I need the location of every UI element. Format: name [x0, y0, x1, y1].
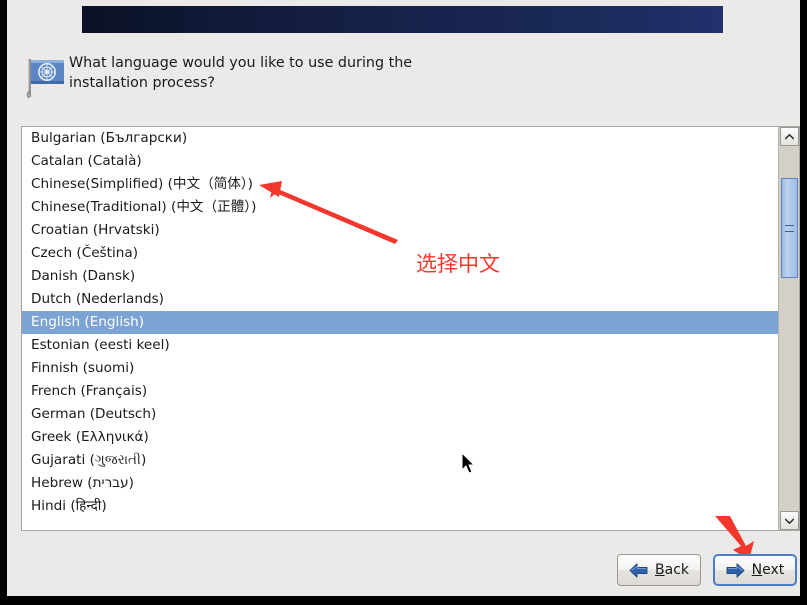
back-label-rest: ack [664, 562, 689, 578]
language-list-item[interactable]: Greek (Ελληνικά) [22, 426, 779, 449]
scrollbar-thumb[interactable] [781, 178, 798, 278]
button-bar: Back Next [7, 552, 800, 592]
screen-frame: What language would you like to use duri… [0, 0, 807, 605]
back-accel-letter: B [655, 562, 665, 578]
chevron-down-icon[interactable] [780, 511, 799, 530]
language-list-item[interactable]: Finnish (suomi) [22, 357, 779, 380]
language-list-item[interactable]: Hebrew (עברית) [22, 472, 779, 495]
prompt-text: What language would you like to use duri… [69, 55, 413, 91]
annotation-note: 选择中文 [416, 252, 500, 276]
next-button[interactable]: Next [713, 554, 797, 586]
language-list-item[interactable]: Czech (Čeština) [22, 242, 779, 265]
language-list-item[interactable]: Dutch (Nederlands) [22, 288, 779, 311]
language-list-item[interactable]: English (English) [22, 311, 779, 334]
header-banner [82, 6, 723, 33]
back-button[interactable]: Back [617, 554, 701, 586]
language-list-item[interactable]: Gujarati (ગુજરાતી) [22, 449, 779, 472]
back-button-label: Back [655, 562, 689, 578]
installer-window: What language would you like to use duri… [7, 0, 800, 596]
next-button-label: Next [752, 562, 785, 578]
language-listbox[interactable]: Bulgarian (Български) Catalan (Català) Chi… [21, 126, 800, 531]
language-list-item[interactable]: Catalan (Català) [22, 150, 779, 173]
mouse-cursor [461, 452, 476, 474]
language-list-items[interactable]: Bulgarian (Български) Catalan (Català) Chi… [22, 127, 779, 530]
language-list-item[interactable]: German (Deutsch) [22, 403, 779, 426]
chevron-up-icon[interactable] [780, 127, 799, 146]
language-list-item[interactable]: Bulgarian (Български) [22, 127, 779, 150]
language-list-item[interactable]: Chinese(Traditional) (中文（正體）) [22, 196, 779, 219]
language-list-item[interactable]: Croatian (Hrvatski) [22, 219, 779, 242]
language-list-item[interactable]: Hindi (हिन्दी) [22, 495, 779, 518]
un-flag-icon [24, 57, 70, 99]
language-list-item[interactable]: Danish (Dansk) [22, 265, 779, 288]
scrollbar-grip [785, 224, 794, 232]
arrow-right-icon [726, 562, 745, 578]
language-list-item[interactable]: Estonian (eesti keel) [22, 334, 779, 357]
list-scrollbar[interactable] [778, 127, 799, 530]
language-list-item[interactable]: Chinese(Simplified) (中文（简体）) [22, 173, 779, 196]
next-label-rest: ext [762, 562, 785, 578]
language-list-item[interactable]: French (Français) [22, 380, 779, 403]
next-accel-letter: N [751, 562, 763, 578]
prompt-row: What language would you like to use duri… [21, 53, 761, 101]
arrow-left-icon [629, 562, 648, 578]
